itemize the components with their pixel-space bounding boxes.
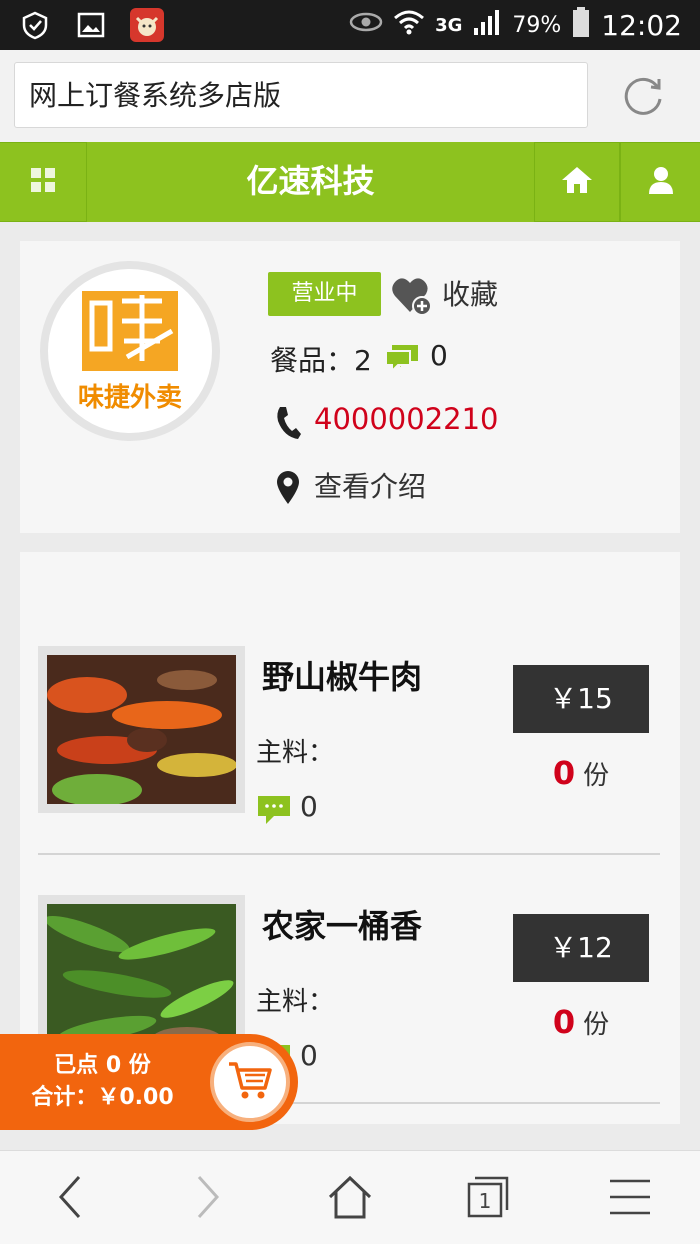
grid-icon <box>30 167 56 197</box>
site-header: 亿速科技 <box>0 142 700 222</box>
quantity-display: 0份 <box>513 1003 649 1041</box>
shopping-cart-icon <box>227 1060 273 1104</box>
hamburger-icon <box>608 1177 652 1221</box>
favorite-button[interactable]: 收藏 <box>442 273 498 313</box>
page-title: 亿速科技 <box>246 162 375 200</box>
quantity-display: 0份 <box>513 754 649 792</box>
list-item: 野山椒牛肉 主料： 0 ￥15 0份 <box>38 646 660 856</box>
dish-count: 餐品：2 <box>270 344 372 377</box>
chevron-right-icon <box>193 1174 223 1224</box>
battery-percent: 79% <box>512 12 562 38</box>
browser-address-bar: 网上订餐系统多店版 <box>0 50 700 142</box>
shop-info-card: 味捷外卖 营业中 收藏 餐品：2 0 4000002210 查看介绍 <box>20 241 680 533</box>
dish-comment-count: 0 <box>300 1039 318 1072</box>
wifi-icon <box>393 8 425 42</box>
shop-logo-text: 味捷外卖 <box>77 383 182 413</box>
add-to-cart-button[interactable]: ￥15 <box>513 665 649 733</box>
dish-name[interactable]: 野山椒牛肉 <box>262 652 422 698</box>
quantity-unit: 份 <box>583 761 610 791</box>
address-field[interactable]: 网上订餐系统多店版 <box>14 62 588 128</box>
view-intro-link[interactable]: 查看介绍 <box>314 465 426 505</box>
location-pin-icon <box>274 469 302 505</box>
battery-icon <box>571 6 591 44</box>
image-icon <box>74 8 108 42</box>
svg-text:1: 1 <box>479 1189 492 1213</box>
network-type: 3G <box>435 14 463 36</box>
home-icon <box>560 165 594 199</box>
chevron-left-icon <box>55 1174 85 1224</box>
quantity-unit: 份 <box>583 1010 610 1040</box>
browser-toolbar: 1 <box>0 1150 700 1244</box>
add-to-cart-button[interactable]: ￥12 <box>513 914 649 982</box>
quantity-value: 0 <box>552 1003 576 1041</box>
cart-button[interactable] <box>210 1042 290 1122</box>
browser-menu-button[interactable] <box>600 1173 660 1225</box>
divider <box>38 853 660 855</box>
dish-ingredients: 主料： <box>256 738 335 768</box>
dish-image[interactable] <box>38 646 245 813</box>
home-nav-button[interactable] <box>320 1173 380 1225</box>
cart-ordered-count: 已点 0 份 <box>54 1053 151 1078</box>
quantity-value: 0 <box>552 754 576 792</box>
clock: 12:02 <box>601 8 682 42</box>
tabs-icon: 1 <box>465 1174 511 1224</box>
user-button[interactable] <box>620 142 700 222</box>
shop-comment-count: 0 <box>430 339 448 372</box>
dish-comment-count: 0 <box>300 790 318 823</box>
menu-grid-button[interactable] <box>0 142 87 222</box>
dish-name[interactable]: 农家一桶香 <box>262 901 422 947</box>
user-icon <box>647 165 675 199</box>
heart-add-icon[interactable] <box>390 274 434 318</box>
comment-icon <box>384 341 422 375</box>
app-notification-icon <box>130 8 164 42</box>
phone-number-link[interactable]: 4000002210 <box>314 402 499 436</box>
shop-logo: 味捷外卖 <box>40 261 220 441</box>
signal-icon <box>472 8 502 42</box>
cart-summary[interactable]: 已点 0 份 合计：￥0.00 <box>0 1034 298 1130</box>
comment-icon <box>256 794 292 826</box>
home-outline-icon <box>327 1175 373 1223</box>
cart-text: 已点 0 份 合计：￥0.00 <box>0 1050 205 1114</box>
home-button[interactable] <box>534 142 620 222</box>
back-button[interactable] <box>40 1173 100 1225</box>
phone-icon <box>274 405 302 441</box>
eye-icon <box>349 11 383 39</box>
status-badge: 营业中 <box>268 272 381 316</box>
status-bar: 3G 79% 12:02 <box>0 0 700 50</box>
cart-total: 合计：￥0.00 <box>31 1085 174 1110</box>
shield-icon <box>18 8 52 42</box>
dish-ingredients: 主料： <box>256 987 335 1017</box>
logo-mark-icon <box>82 291 178 371</box>
tabs-button[interactable]: 1 <box>458 1173 518 1225</box>
forward-button[interactable] <box>178 1173 238 1225</box>
reload-icon[interactable] <box>620 74 666 120</box>
